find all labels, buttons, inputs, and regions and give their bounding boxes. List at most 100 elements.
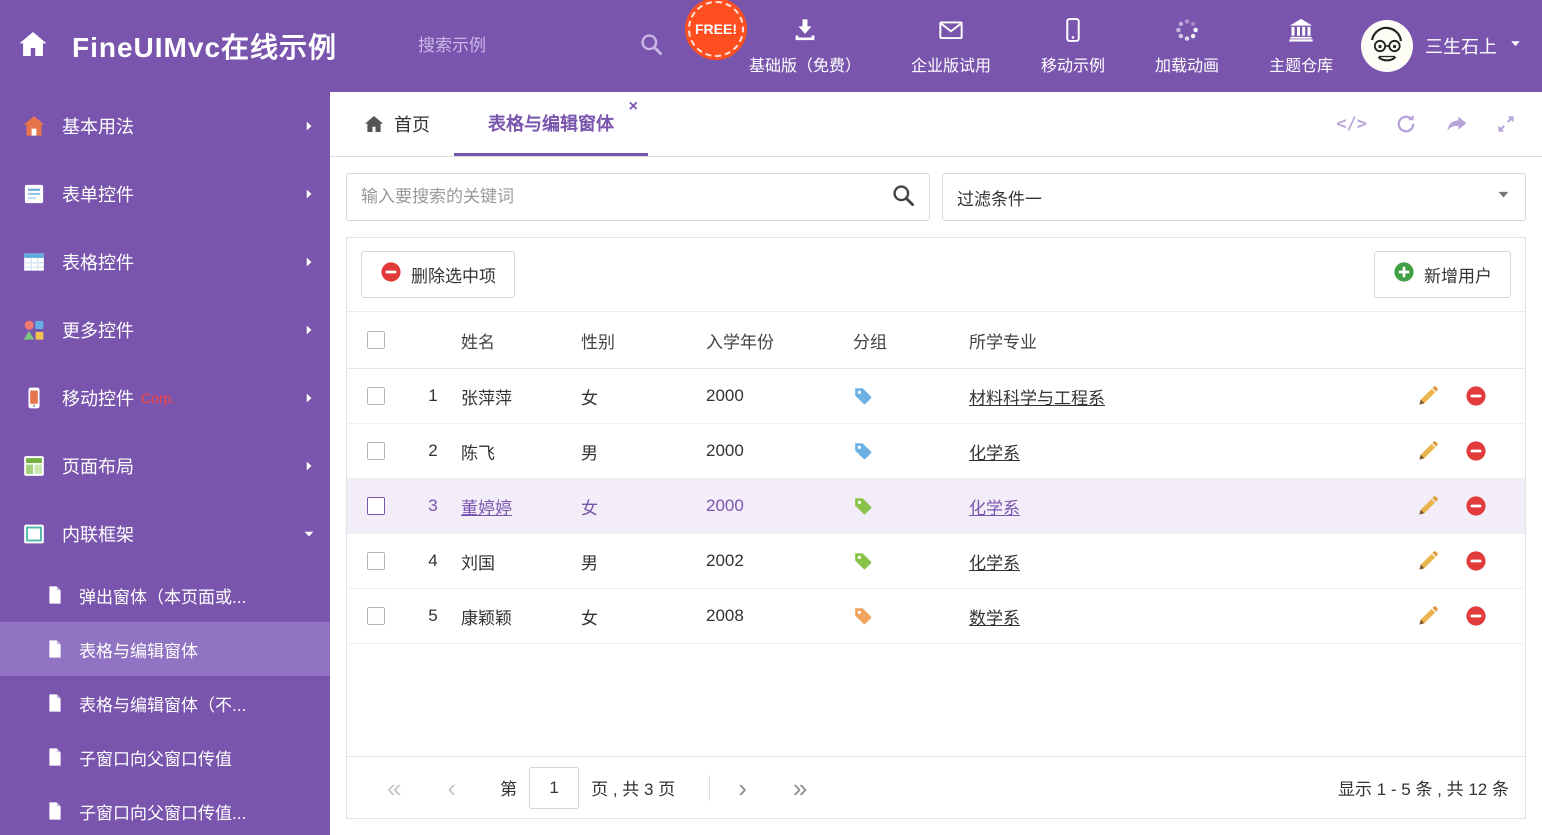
frame-icon — [22, 522, 46, 546]
sidebar-subitem-grid-edit-window-no[interactable]: 表格与编辑窗体（不... — [0, 676, 330, 730]
search-icon[interactable] — [891, 183, 915, 212]
table-row[interactable]: 4 刘国 男 2002 化学系 — [347, 534, 1525, 589]
sidebar-item-form-controls[interactable]: 表单控件 — [0, 160, 330, 228]
last-page-button[interactable]: » — [787, 775, 813, 801]
pager-divider — [709, 774, 711, 801]
edit-icon[interactable] — [1417, 605, 1439, 627]
brand[interactable]: FineUIMvc在线示例 — [0, 26, 418, 66]
header-nav-label: 加载动画 — [1155, 57, 1220, 75]
header-gender: 性别 — [581, 332, 615, 352]
source-code-icon[interactable]: </> — [1336, 114, 1367, 134]
share-icon[interactable] — [1445, 113, 1468, 136]
app-title: FineUIMvc在线示例 — [72, 32, 338, 63]
first-page-button[interactable]: « — [381, 775, 407, 801]
delete-icon[interactable] — [1465, 495, 1487, 517]
edit-icon[interactable] — [1417, 550, 1439, 572]
page-number-input[interactable] — [529, 766, 580, 809]
home-icon — [18, 29, 48, 64]
grid-panel: 删除选中项 新增用户 姓名 性别 入学年份 分组 所学专业 1 张萍萍 女 20… — [346, 237, 1526, 819]
row-checkbox[interactable] — [367, 552, 385, 570]
header-nav-enterprise-trial[interactable]: 企业版试用 — [895, 17, 1007, 76]
sidebar-subitem-label: 弹出窗体（本页面或... — [79, 587, 247, 607]
row-number: 5 — [428, 606, 438, 625]
major-link[interactable]: 数学系 — [969, 604, 1020, 629]
sidebar-subitem-popup-window[interactable]: 弹出窗体（本页面或... — [0, 568, 330, 622]
spinner-icon — [1174, 17, 1200, 43]
keyword-search-input[interactable] — [361, 187, 891, 207]
row-checkbox[interactable] — [367, 387, 385, 405]
header-nav-label: 主题仓库 — [1269, 57, 1334, 75]
table-row[interactable]: 1 张萍萍 女 2000 材料科学与工程系 — [347, 369, 1525, 424]
sidebar-subitem-child-to-parent-2[interactable]: 子窗口向父窗口传值... — [0, 784, 330, 835]
edit-icon[interactable] — [1417, 385, 1439, 407]
tab-home[interactable]: 首页 — [340, 92, 454, 156]
sidebar-item-label: 表单控件 — [62, 185, 134, 205]
user-name: 三生石上 — [1425, 37, 1497, 57]
major-link[interactable]: 化学系 — [969, 494, 1020, 519]
sidebar-item-inline-frame[interactable]: 内联框架 — [0, 500, 330, 568]
prev-page-button[interactable]: ‹ — [441, 775, 462, 801]
sidebar-subitem-grid-edit-window[interactable]: 表格与编辑窗体 — [0, 622, 330, 676]
major-link[interactable]: 化学系 — [969, 439, 1020, 464]
search-icon[interactable] — [639, 32, 663, 61]
table-row[interactable]: 5 康颖颖 女 2008 数学系 — [347, 589, 1525, 644]
sidebar: 基本用法表单控件表格控件更多控件 移动控件 Corp. 页面布局 内联框架弹出窗体（本页… — [0, 92, 330, 835]
chevron-right-icon — [302, 255, 316, 269]
header-nav-loading-animation[interactable]: 加载动画 — [1139, 17, 1235, 76]
header-major: 所学专业 — [969, 332, 1037, 352]
sidebar-item-label: 表格控件 — [62, 253, 134, 273]
tag-icon — [853, 606, 873, 626]
major-link[interactable]: 化学系 — [969, 549, 1020, 574]
major-link[interactable]: 材料科学与工程系 — [969, 384, 1105, 409]
table-row[interactable]: 3 董婷婷 女 2000 化学系 — [347, 479, 1525, 534]
sidebar-item-label: 基本用法 — [62, 117, 134, 137]
row-checkbox[interactable] — [367, 607, 385, 625]
sidebar-item-mobile-controls[interactable]: 移动控件 Corp. — [0, 364, 330, 432]
cell-gender: 女 — [581, 608, 598, 628]
tag-icon — [853, 496, 873, 516]
cell-actions — [1350, 495, 1525, 517]
keyword-search[interactable] — [346, 173, 930, 221]
header-search[interactable] — [418, 32, 663, 61]
chevron-right-icon — [302, 187, 316, 201]
form-icon — [22, 182, 46, 206]
sidebar-item-page-layout[interactable]: 页面布局 — [0, 432, 330, 500]
next-page-button[interactable]: › — [732, 775, 753, 801]
table-header: 姓名 性别 入学年份 分组 所学专业 — [347, 311, 1525, 369]
header-nav-theme-repo[interactable]: 主题仓库 — [1253, 17, 1349, 76]
table-empty-space — [347, 644, 1525, 756]
delete-icon[interactable] — [1465, 385, 1487, 407]
avatar[interactable] — [1361, 20, 1413, 72]
select-all-checkbox[interactable] — [367, 331, 385, 349]
header-search-input[interactable] — [418, 36, 639, 56]
sidebar-item-grid-controls[interactable]: 表格控件 — [0, 228, 330, 296]
sidebar-subitem-child-to-parent[interactable]: 子窗口向父窗口传值 — [0, 730, 330, 784]
close-tab-icon[interactable]: × — [629, 99, 638, 115]
row-checkbox[interactable] — [367, 497, 385, 515]
table-row[interactable]: 2 陈飞 男 2000 化学系 — [347, 424, 1525, 479]
cell-group — [851, 606, 969, 626]
sidebar-item-more-controls[interactable]: 更多控件 — [0, 296, 330, 364]
expand-icon[interactable] — [1496, 114, 1516, 134]
tab-grid-edit-window[interactable]: 表格与编辑窗体 × — [454, 92, 648, 156]
caret-down-icon — [1509, 37, 1522, 55]
delete-icon[interactable] — [1465, 605, 1487, 627]
header-nav-basic-free[interactable]: 基础版（免费） — [733, 17, 877, 76]
delete-icon[interactable] — [1465, 440, 1487, 462]
row-checkbox[interactable] — [367, 442, 385, 460]
add-user-button[interactable]: 新增用户 — [1374, 251, 1511, 298]
phone-icon — [22, 386, 46, 410]
user-menu[interactable]: 三生石上 — [1361, 20, 1542, 72]
sidebar-menu: 基本用法表单控件表格控件更多控件 移动控件 Corp. 页面布局 内联框架弹出窗体（本页… — [0, 92, 330, 835]
cell-actions — [1350, 550, 1525, 572]
edit-icon[interactable] — [1417, 440, 1439, 462]
header-nav-mobile-demo[interactable]: 移动示例 — [1025, 17, 1121, 76]
tab-home-label: 首页 — [394, 115, 430, 135]
sidebar-item-basic-usage[interactable]: 基本用法 — [0, 92, 330, 160]
delete-icon[interactable] — [1465, 550, 1487, 572]
delete-selected-button[interactable]: 删除选中项 — [361, 251, 515, 298]
filter-dropdown[interactable]: 过滤条件一 — [942, 173, 1526, 221]
cell-actions — [1350, 385, 1525, 407]
edit-icon[interactable] — [1417, 495, 1439, 517]
refresh-icon[interactable] — [1395, 113, 1417, 135]
